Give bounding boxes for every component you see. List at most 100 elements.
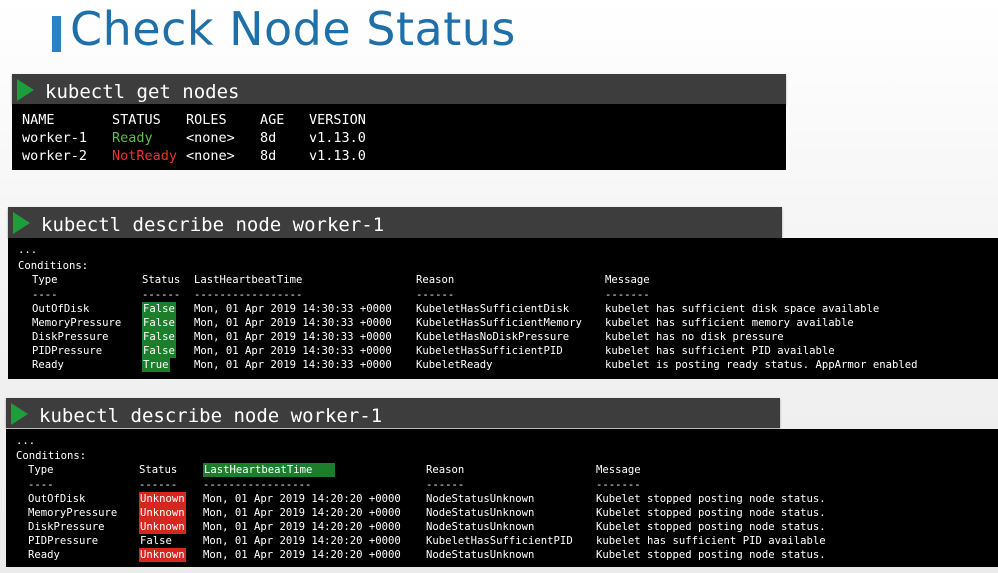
header-last-heartbeat: LastHeartbeatTime	[203, 463, 335, 477]
condition-time: Mon, 01 Apr 2019 14:30:33 +0000	[194, 317, 392, 329]
condition-status: Unknown	[139, 548, 186, 562]
dash-last-heartbeat: -----------------	[194, 289, 303, 301]
condition-type: MemoryPressure	[28, 507, 118, 519]
condition-status: False	[142, 316, 176, 330]
condition-time: Mon, 01 Apr 2019 14:20:20 +0000	[203, 521, 401, 533]
header-name: NAME	[22, 112, 55, 128]
condition-message: Kubelet stopped posting node status.	[596, 493, 826, 505]
condition-type: PIDPressure	[32, 345, 103, 357]
header-status: STATUS	[112, 112, 161, 128]
dash-type: ----	[32, 289, 58, 301]
condition-status: False	[142, 330, 176, 344]
dash-reason: ------	[416, 289, 455, 301]
condition-time: Mon, 01 Apr 2019 14:30:33 +0000	[194, 331, 392, 343]
dash-message: -------	[596, 479, 641, 491]
header-version: VERSION	[309, 112, 366, 128]
condition-type: OutOfDisk	[28, 493, 86, 505]
condition-type: MemoryPressure	[32, 317, 122, 329]
condition-time: Mon, 01 Apr 2019 14:20:20 +0000	[203, 535, 401, 547]
ellipsis-text: ...	[16, 435, 36, 447]
header-status: Status	[142, 274, 181, 286]
header-age: AGE	[260, 112, 285, 128]
condition-reason: KubeletReady	[416, 359, 493, 371]
node-age: 8d	[260, 148, 277, 164]
dash-reason: ------	[426, 479, 465, 491]
header-roles: ROLES	[186, 112, 227, 128]
condition-reason: KubeletHasSufficientDisk	[416, 303, 570, 315]
header-message: Message	[596, 464, 641, 476]
condition-reason: NodeStatusUnknown	[426, 507, 535, 519]
condition-reason: NodeStatusUnknown	[426, 549, 535, 561]
play-icon	[13, 212, 30, 234]
condition-message: Kubelet stopped posting node status.	[596, 507, 826, 519]
condition-reason: KubeletHasNoDiskPressure	[416, 331, 570, 343]
terminal-output-describe-unknown: ... Conditions: Type Status LastHeartbea…	[6, 429, 998, 567]
condition-time: Mon, 01 Apr 2019 14:30:33 +0000	[194, 303, 392, 315]
conditions-label: Conditions:	[16, 450, 87, 462]
command-bar-get-nodes: kubectl get nodes	[12, 74, 786, 104]
condition-status: Unknown	[139, 506, 186, 520]
condition-time: Mon, 01 Apr 2019 14:20:20 +0000	[203, 493, 401, 505]
command-text: kubectl describe node worker-1	[39, 405, 383, 427]
condition-type: Ready	[28, 549, 60, 561]
condition-time: Mon, 01 Apr 2019 14:20:20 +0000	[203, 507, 401, 519]
header-message: Message	[605, 274, 650, 286]
header-reason: Reason	[416, 274, 455, 286]
condition-status: Unknown	[139, 520, 186, 534]
condition-message: kubelet has sufficient disk space availa…	[605, 303, 880, 315]
condition-status: False	[142, 344, 176, 358]
condition-type: DiskPressure	[32, 331, 109, 343]
condition-type: PIDPressure	[28, 535, 99, 547]
condition-status: True	[142, 358, 170, 372]
command-text: kubectl describe node worker-1	[41, 214, 385, 236]
ellipsis-text: ...	[18, 244, 38, 256]
condition-message: Kubelet stopped posting node status.	[596, 521, 826, 533]
node-version: v1.13.0	[309, 148, 366, 164]
command-bar-describe-node-unknown: kubectl describe node worker-1	[6, 398, 780, 428]
terminal-output-describe-healthy: ... Conditions: Type Status LastHeartbea…	[8, 238, 998, 379]
condition-message: kubelet has no disk pressure	[605, 331, 784, 343]
node-status: Ready	[112, 130, 153, 146]
header-type: Type	[28, 464, 54, 476]
dash-message: -------	[605, 289, 650, 301]
condition-time: Mon, 01 Apr 2019 14:20:20 +0000	[203, 549, 401, 561]
command-text: kubectl get nodes	[45, 81, 240, 103]
dash-type: ----	[28, 479, 54, 491]
condition-reason: NodeStatusUnknown	[426, 493, 535, 505]
node-roles: <none>	[186, 130, 235, 146]
node-roles: <none>	[186, 148, 235, 164]
dash-status: ------	[139, 479, 178, 491]
node-name: worker-1	[22, 130, 88, 146]
condition-message: kubelet has sufficient PID available	[596, 535, 826, 547]
condition-time: Mon, 01 Apr 2019 14:30:33 +0000	[194, 359, 392, 371]
condition-type: DiskPressure	[28, 521, 105, 533]
condition-status: Unknown	[139, 492, 186, 506]
node-name: worker-2	[22, 148, 88, 164]
condition-message: kubelet has sufficient memory available	[605, 317, 854, 329]
node-age: 8d	[260, 130, 277, 146]
conditions-label: Conditions:	[18, 260, 89, 272]
condition-message: Kubelet stopped posting node status.	[596, 549, 826, 561]
condition-status: False	[140, 535, 172, 547]
condition-reason: KubeletHasSufficientPID	[426, 535, 573, 547]
header-last-heartbeat: LastHeartbeatTime	[194, 274, 303, 286]
condition-reason: KubeletHasSufficientMemory	[416, 317, 582, 329]
header-status: Status	[139, 464, 178, 476]
title-accent-bar	[52, 16, 61, 52]
play-icon	[11, 403, 28, 425]
condition-message: kubelet is posting ready status. AppArmo…	[605, 359, 918, 371]
condition-type: Ready	[32, 359, 64, 371]
play-icon	[17, 79, 34, 101]
condition-reason: NodeStatusUnknown	[426, 521, 535, 533]
header-reason: Reason	[426, 464, 465, 476]
condition-message: kubelet has sufficient PID available	[605, 345, 835, 357]
node-version: v1.13.0	[309, 130, 366, 146]
dash-status: ------	[142, 289, 181, 301]
node-status: NotReady	[112, 148, 178, 164]
condition-reason: KubeletHasSufficientPID	[416, 345, 563, 357]
condition-status: False	[142, 302, 176, 316]
terminal-output-get-nodes: NAME STATUS ROLES AGE VERSION worker-1 R…	[12, 104, 786, 170]
command-bar-describe-node-healthy: kubectl describe node worker-1	[8, 207, 782, 238]
dash-last-heartbeat: -----------------	[203, 479, 312, 491]
condition-time: Mon, 01 Apr 2019 14:30:33 +0000	[194, 345, 392, 357]
